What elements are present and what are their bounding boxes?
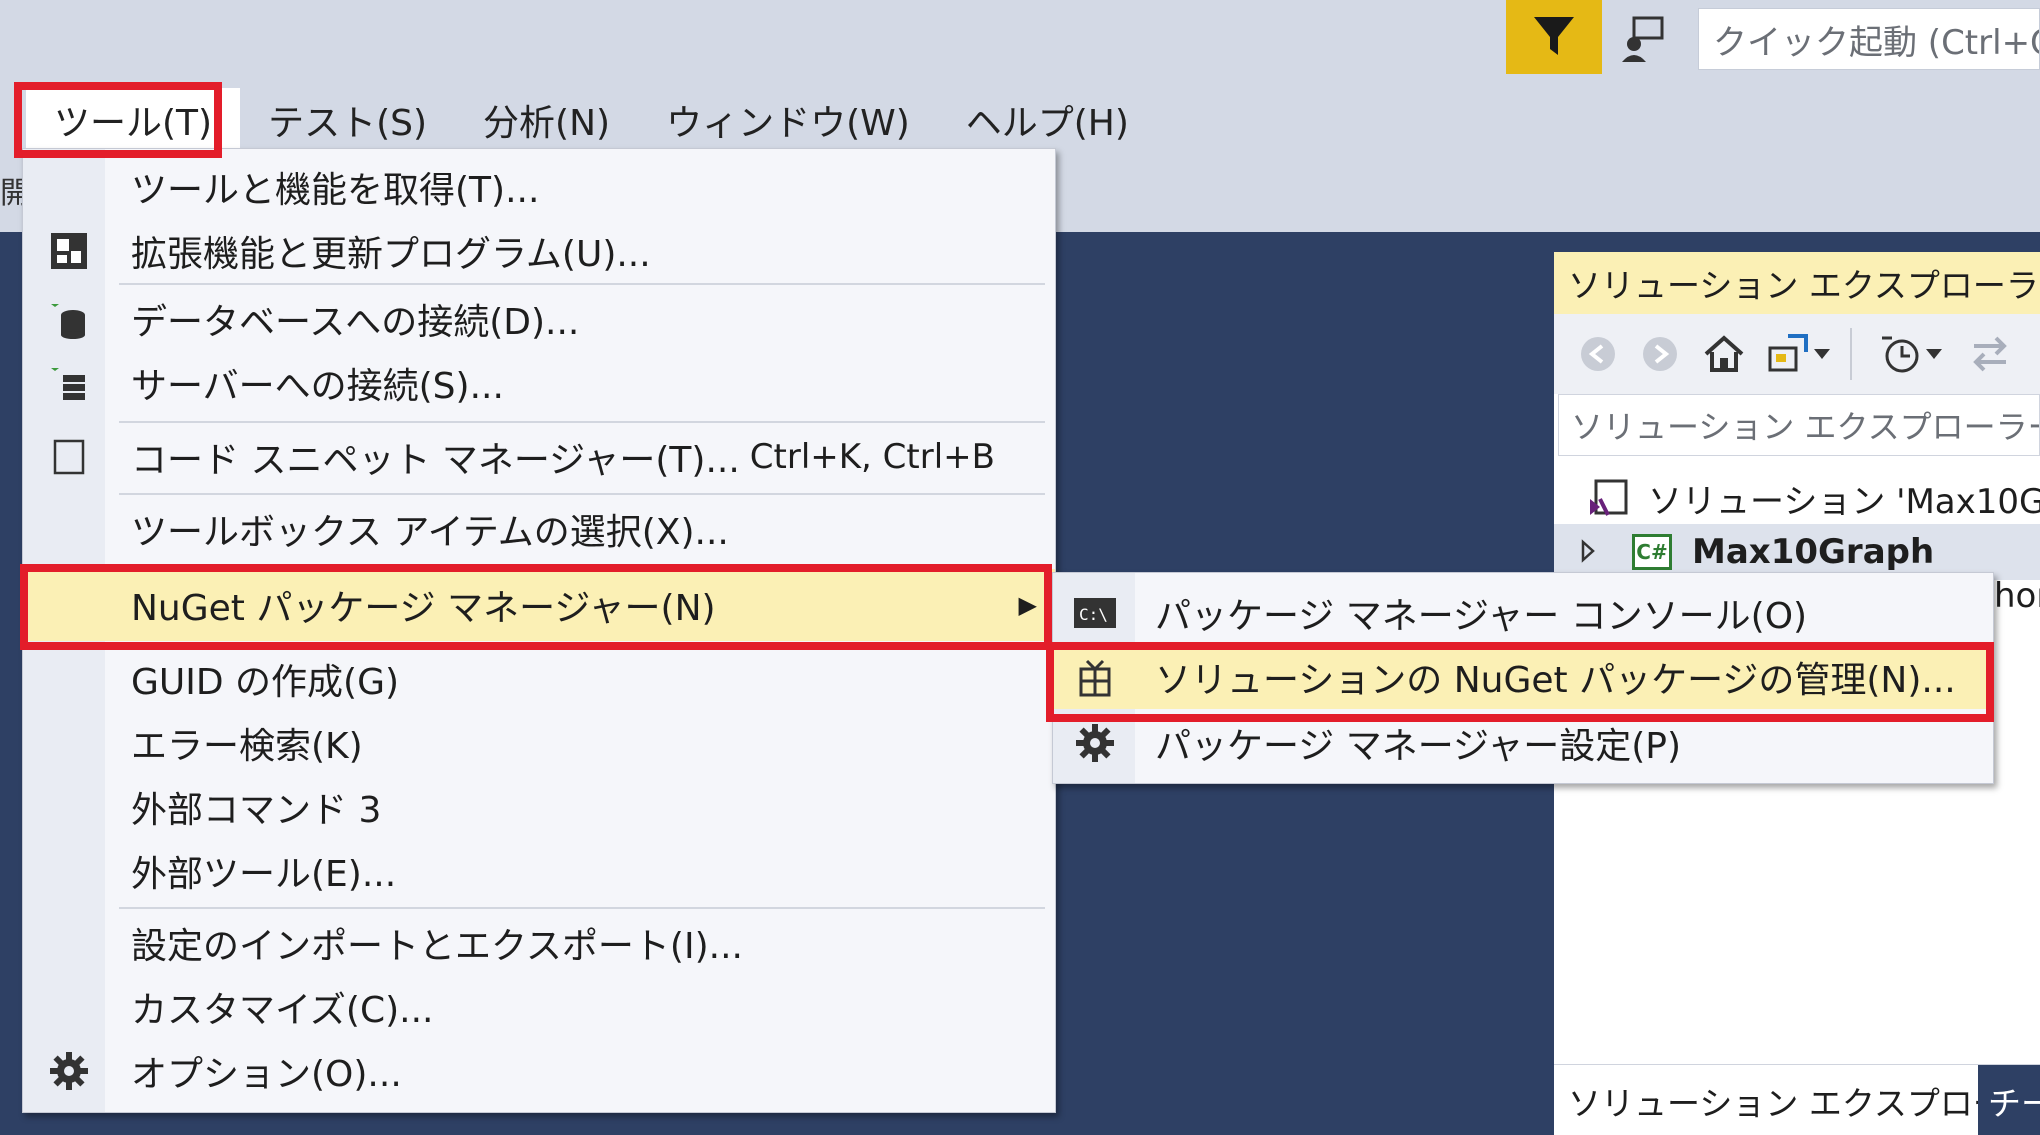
switch-views-icon[interactable] <box>1766 332 1810 376</box>
menu-item-toolbox-items[interactable]: ツールボックス アイテムの選択(X)... <box>23 497 1055 561</box>
menu-window[interactable]: ウィンドウ(W) <box>638 88 938 152</box>
menu-item-extensions[interactable]: 拡張機能と更新プログラム(U)... <box>23 219 1055 283</box>
project-label: Max10Graph <box>1692 532 1935 572</box>
menu-item-label: エラー検索(K) <box>131 726 363 767</box>
tools-menu: ツールと機能を取得(T)... 拡張機能と更新プログラム(U)... データベー… <box>22 148 1056 1113</box>
gear-icon <box>1073 723 1117 763</box>
menu-item-options[interactable]: オプション(O)... <box>23 1039 1055 1103</box>
menu-item-label: NuGet パッケージ マネージャー(N) <box>131 588 716 629</box>
menu-tools[interactable]: ツール(T) <box>26 88 241 152</box>
menu-item-nuget[interactable]: NuGet パッケージ マネージャー(N) ▶ <box>23 569 1055 641</box>
menu-analyze[interactable]: 分析(N) <box>455 88 638 152</box>
snippet-icon <box>49 437 89 477</box>
menu-item-label: ツールと機能を取得(T)... <box>131 170 540 211</box>
submenu-arrow-icon: ▶ <box>1018 591 1037 619</box>
menu-item-customize[interactable]: カスタマイズ(C)... <box>23 975 1055 1039</box>
server-connect-icon <box>49 363 89 403</box>
menu-item-create-guid[interactable]: GUID の作成(G) <box>23 647 1055 711</box>
svg-text:C:\: C:\ <box>1079 605 1108 624</box>
console-icon: C:\ <box>1073 593 1117 633</box>
pending-changes-icon[interactable] <box>1878 332 1922 376</box>
nuget-submenu: C:\ パッケージ マネージャー コンソール(O) ソリューションの NuGet… <box>1052 572 1994 784</box>
menu-item-external-command-3[interactable]: 外部コマンド 3 <box>23 775 1055 839</box>
menu-item-connect-server[interactable]: サーバーへの接続(S)... <box>23 351 1055 415</box>
menu-bar: ツール(T) テスト(S) 分析(N) ウィンドウ(W) ヘルプ(H) <box>0 88 1157 152</box>
menu-item-import-export-settings[interactable]: 設定のインポートとエクスポート(I)... <box>23 911 1055 975</box>
menu-item-label: コード スニペット マネージャー(T)... <box>131 440 740 481</box>
menu-item-label: 外部コマンド 3 <box>131 790 382 831</box>
expand-arrow-icon[interactable] <box>1580 532 1600 572</box>
extensions-icon <box>49 231 89 271</box>
menu-item-label: パッケージ マネージャー設定(P) <box>1155 726 1682 767</box>
menu-item-snippet-manager[interactable]: コード スニペット マネージャー(T)... Ctrl+K, Ctrl+B <box>23 425 1055 489</box>
menu-item-label: カスタマイズ(C)... <box>131 990 434 1031</box>
menu-item-label: 設定のインポートとエクスポート(I)... <box>131 926 743 967</box>
menu-item-label: パッケージ マネージャー コンソール(O) <box>1155 596 1808 637</box>
submenu-item-package-manager-settings[interactable]: パッケージ マネージャー設定(P) <box>1053 711 1993 775</box>
chevron-down-icon[interactable] <box>1920 332 1948 376</box>
solution-label: ソリューション 'Max10Graph <box>1648 481 2040 522</box>
menu-item-label: GUID の作成(G) <box>131 662 400 703</box>
menu-item-label: ソリューションの NuGet パッケージの管理(N)... <box>1155 660 1956 701</box>
menu-item-connect-database[interactable]: データベースへの接続(D)... <box>23 287 1055 351</box>
quick-launch-input[interactable]: クイック起動 (Ctrl+Q) <box>1698 8 2040 70</box>
chevron-down-icon[interactable] <box>1808 332 1836 376</box>
solution-explorer-search[interactable]: ソリューション エクスプローラー の検 <box>1558 394 2040 456</box>
solution-node[interactable]: ソリューション 'Max10Graph <box>1554 470 2040 526</box>
menu-item-external-tools[interactable]: 外部ツール(E)... <box>23 839 1055 903</box>
menu-separator <box>119 421 1045 423</box>
menu-item-label: サーバーへの接続(S)... <box>131 366 504 407</box>
sync-icon[interactable] <box>1968 332 2012 376</box>
solution-icon <box>1588 477 1630 519</box>
menu-item-label: 外部ツール(E)... <box>131 854 397 895</box>
forward-icon[interactable] <box>1638 332 1682 376</box>
menu-item-shortcut: Ctrl+K, Ctrl+B <box>749 437 995 477</box>
back-icon[interactable] <box>1576 332 1620 376</box>
gear-icon <box>49 1051 89 1091</box>
filter-icon <box>1534 17 1574 55</box>
solution-explorer-tabs: ソリューション エクスプローラー チーム <box>1554 1064 2040 1135</box>
menu-item-label: データベースへの接続(D)... <box>131 302 580 343</box>
menu-item-label: ツールボックス アイテムの選択(X)... <box>131 512 729 553</box>
solution-explorer-title: ソリューション エクスプローラー <box>1554 252 2040 314</box>
feedback-icon[interactable] <box>1620 14 1676 64</box>
filter-button[interactable] <box>1506 0 1602 74</box>
submenu-item-package-console[interactable]: C:\ パッケージ マネージャー コンソール(O) <box>1053 581 1993 645</box>
csharp-project-icon: C# <box>1632 534 1672 570</box>
database-connect-icon <box>49 299 89 339</box>
menu-item-label: 拡張機能と更新プログラム(U)... <box>131 234 651 275</box>
home-icon[interactable] <box>1702 332 1746 376</box>
menu-separator <box>119 283 1045 285</box>
toolbar-divider <box>1850 328 1852 380</box>
tab-solution-explorer[interactable]: ソリューション エクスプローラー <box>1568 1065 2040 1135</box>
solution-explorer-toolbar <box>1554 314 2040 394</box>
menu-separator <box>119 907 1045 909</box>
tab-team-explorer[interactable]: チーム <box>1978 1065 2040 1135</box>
menu-item-label: オプション(O)... <box>131 1054 402 1095</box>
menu-item-get-tools[interactable]: ツールと機能を取得(T)... <box>23 155 1055 219</box>
package-icon <box>1073 657 1117 697</box>
menu-help[interactable]: ヘルプ(H) <box>938 88 1157 152</box>
hidden-item-fragment: hon <box>1994 576 2040 616</box>
menu-test[interactable]: テスト(S) <box>240 88 455 152</box>
submenu-item-manage-nuget-packages[interactable]: ソリューションの NuGet パッケージの管理(N)... <box>1053 645 1993 709</box>
menu-item-error-lookup[interactable]: エラー検索(K) <box>23 711 1055 775</box>
menu-separator <box>119 493 1045 495</box>
